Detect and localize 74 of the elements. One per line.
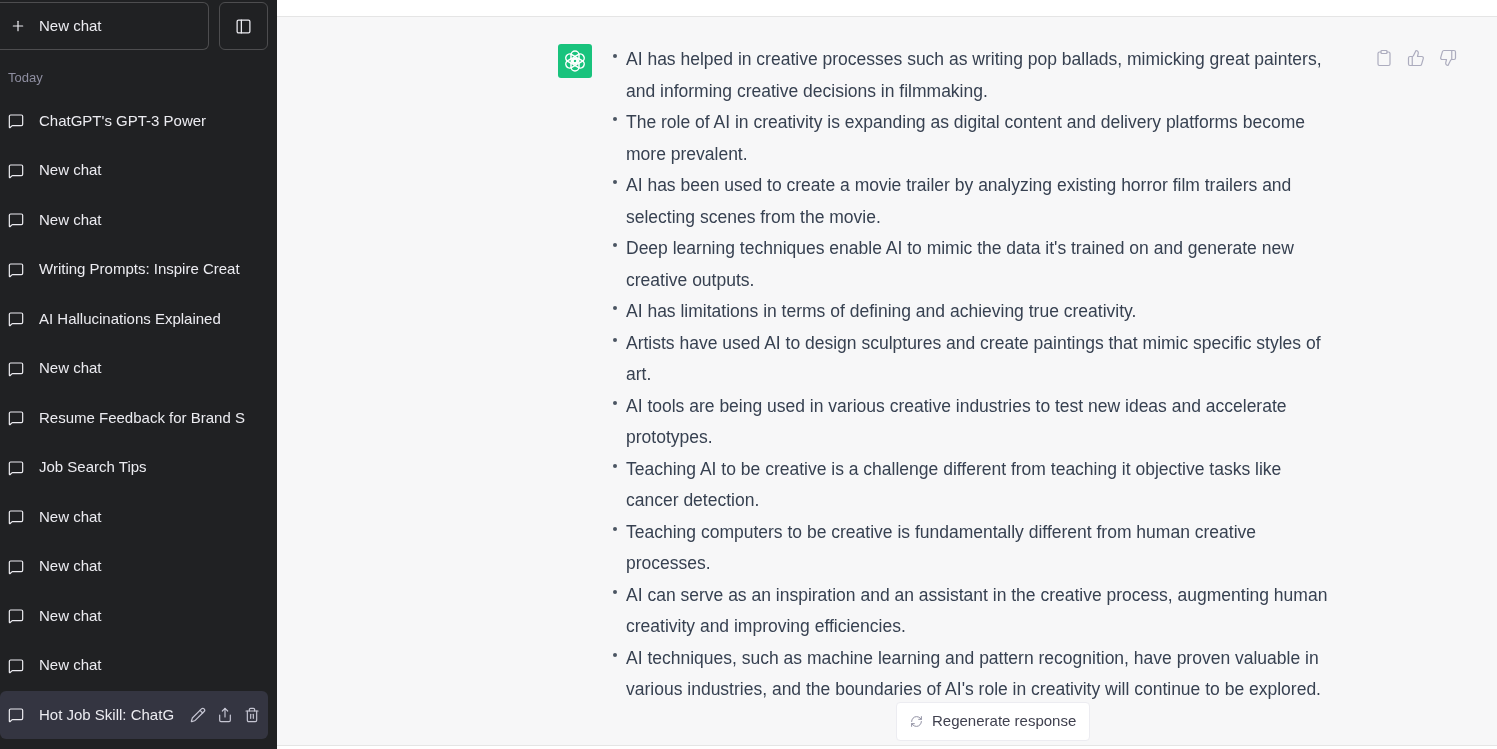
thumbs-up-icon[interactable]: [1407, 49, 1425, 67]
bullet-icon: [613, 117, 617, 121]
chat-bubble-icon: [8, 261, 24, 278]
chat-bubble-icon: [8, 212, 24, 228]
chat-title: Resume Feedback for Brand S: [39, 407, 245, 428]
bullet-text: AI can serve as an inspiration and an assistant in the creative process, augmenting human creativity and improving efficiencies.: [626, 583, 1328, 638]
chat-history-item[interactable]: Hot Job Skill: ChatG: [0, 691, 268, 739]
chat-history-item[interactable]: AI Hallucinations Explained: [0, 295, 268, 343]
chat-history-item[interactable]: New chat: [0, 493, 268, 541]
chat-history-item[interactable]: New chat: [0, 146, 268, 195]
chat-title: AI Hallucinations Explained: [39, 308, 221, 329]
bullet-text: AI tools are being used in various creative industries to test new ideas and accelerate prototypes.: [626, 394, 1287, 449]
chat-bubble-icon: [8, 162, 24, 179]
avatar-knot-icon: [558, 44, 592, 78]
chat-bubble-icon: [8, 558, 24, 575]
chat-bubble-icon: [8, 410, 24, 426]
chat-title: New chat: [39, 209, 102, 230]
bullet-text: Deep learning techniques enable AI to mimic the data it's trained on and generate new creative outputs.: [626, 237, 1294, 292]
chat-title: New chat: [39, 358, 102, 379]
chat-bubble-icon: [8, 113, 24, 129]
bullet-icon: [613, 180, 617, 184]
bullet-icon: [613, 54, 617, 58]
bullet-icon: [613, 400, 617, 405]
bullet-text: Teaching AI to be creative is a challenge different from teaching it objective tasks like cancer detection.: [626, 457, 1282, 512]
bullet-icon: [613, 463, 617, 468]
thumbs-down-icon[interactable]: [1439, 49, 1457, 67]
chat-title: ChatGPT's GPT-3 Power: [39, 110, 207, 131]
chat-history-item[interactable]: New chat: [0, 592, 268, 640]
chat-history-item[interactable]: Resume Feedback for Brand S: [0, 394, 268, 442]
chat-title: New chat: [39, 506, 102, 527]
chat-bubble-icon: [8, 509, 24, 525]
chat-history-item[interactable]: New chat: [0, 542, 268, 591]
bullet-icon: [613, 589, 617, 594]
chat-history-item[interactable]: New chat: [0, 344, 268, 393]
section-label: Today: [7, 70, 44, 86]
chat-history-item[interactable]: Job Search Tips: [0, 443, 268, 492]
bullet-icon: [613, 652, 617, 657]
chat-title: New chat: [39, 160, 102, 181]
plus-icon: [10, 18, 26, 34]
bullet-icon: [613, 243, 617, 247]
bullet-text: Teaching computers to be creative is fundamentally different from human creative processes.: [626, 520, 1256, 575]
chat-bubble-icon: [8, 707, 24, 723]
chat-bubble-icon: [8, 608, 24, 624]
bullet-icon: [613, 526, 617, 531]
sidebar-panel-icon: [235, 17, 252, 35]
bullet-text: AI has helped in creative processes such as writing pop ballads, mimicking great painters, and informing creative decisions in filmmaking.: [626, 48, 1322, 103]
bullet-text: AI has limitations in terms of defining and achieving true creativity.: [626, 300, 1137, 323]
chat-bubble-icon: [8, 360, 24, 377]
chat-title: New chat: [39, 556, 102, 577]
sidebar-toggle-button[interactable]: [219, 2, 268, 50]
chat-title: New chat: [39, 605, 102, 626]
bullet-text: AI has been used to create a movie trailer by analyzing existing horror film trailers and selecting scenes from the movie.: [626, 174, 1292, 229]
chat-bubble-icon: [8, 311, 24, 327]
regenerate-button[interactable]: Regenerate response: [896, 702, 1091, 741]
chat-title: New chat: [39, 655, 102, 676]
chat-history-item[interactable]: New chat: [0, 196, 268, 244]
bullet-text: Artists have used AI to design sculptures and create paintings that mimic specific styles of art.: [626, 331, 1321, 386]
delete-icon[interactable]: [244, 707, 260, 723]
bullet-icon: [613, 337, 617, 342]
chat-title: Writing Prompts: Inspire Creat: [39, 259, 240, 280]
share-icon[interactable]: [217, 707, 233, 723]
chat-bubble-icon: [8, 657, 24, 674]
chat-title: Job Search Tips: [39, 457, 147, 478]
bullet-text: AI techniques, such as machine learning and pattern recognition, have proven valuable in various industries, and the boundaries of AI's role in creativity will continue to be explored.: [626, 646, 1321, 701]
chat-history-item[interactable]: Writing Prompts: Inspire Creat: [0, 245, 268, 294]
chat-bubble-icon: [8, 459, 24, 476]
chat-history-item[interactable]: New chat: [0, 641, 268, 690]
chat-history-item[interactable]: ChatGPT's GPT-3 Power: [0, 97, 268, 145]
bullet-text: The role of AI in creativity is expanding as digital content and delivery platforms become more prevalent.: [626, 111, 1305, 166]
edit-icon[interactable]: [190, 707, 206, 723]
refresh-icon: [910, 715, 923, 728]
new-chat-button[interactable]: New chat: [0, 2, 209, 50]
bullet-icon: [613, 306, 617, 310]
chat-title: Hot Job Skill: ChatG: [39, 704, 175, 725]
